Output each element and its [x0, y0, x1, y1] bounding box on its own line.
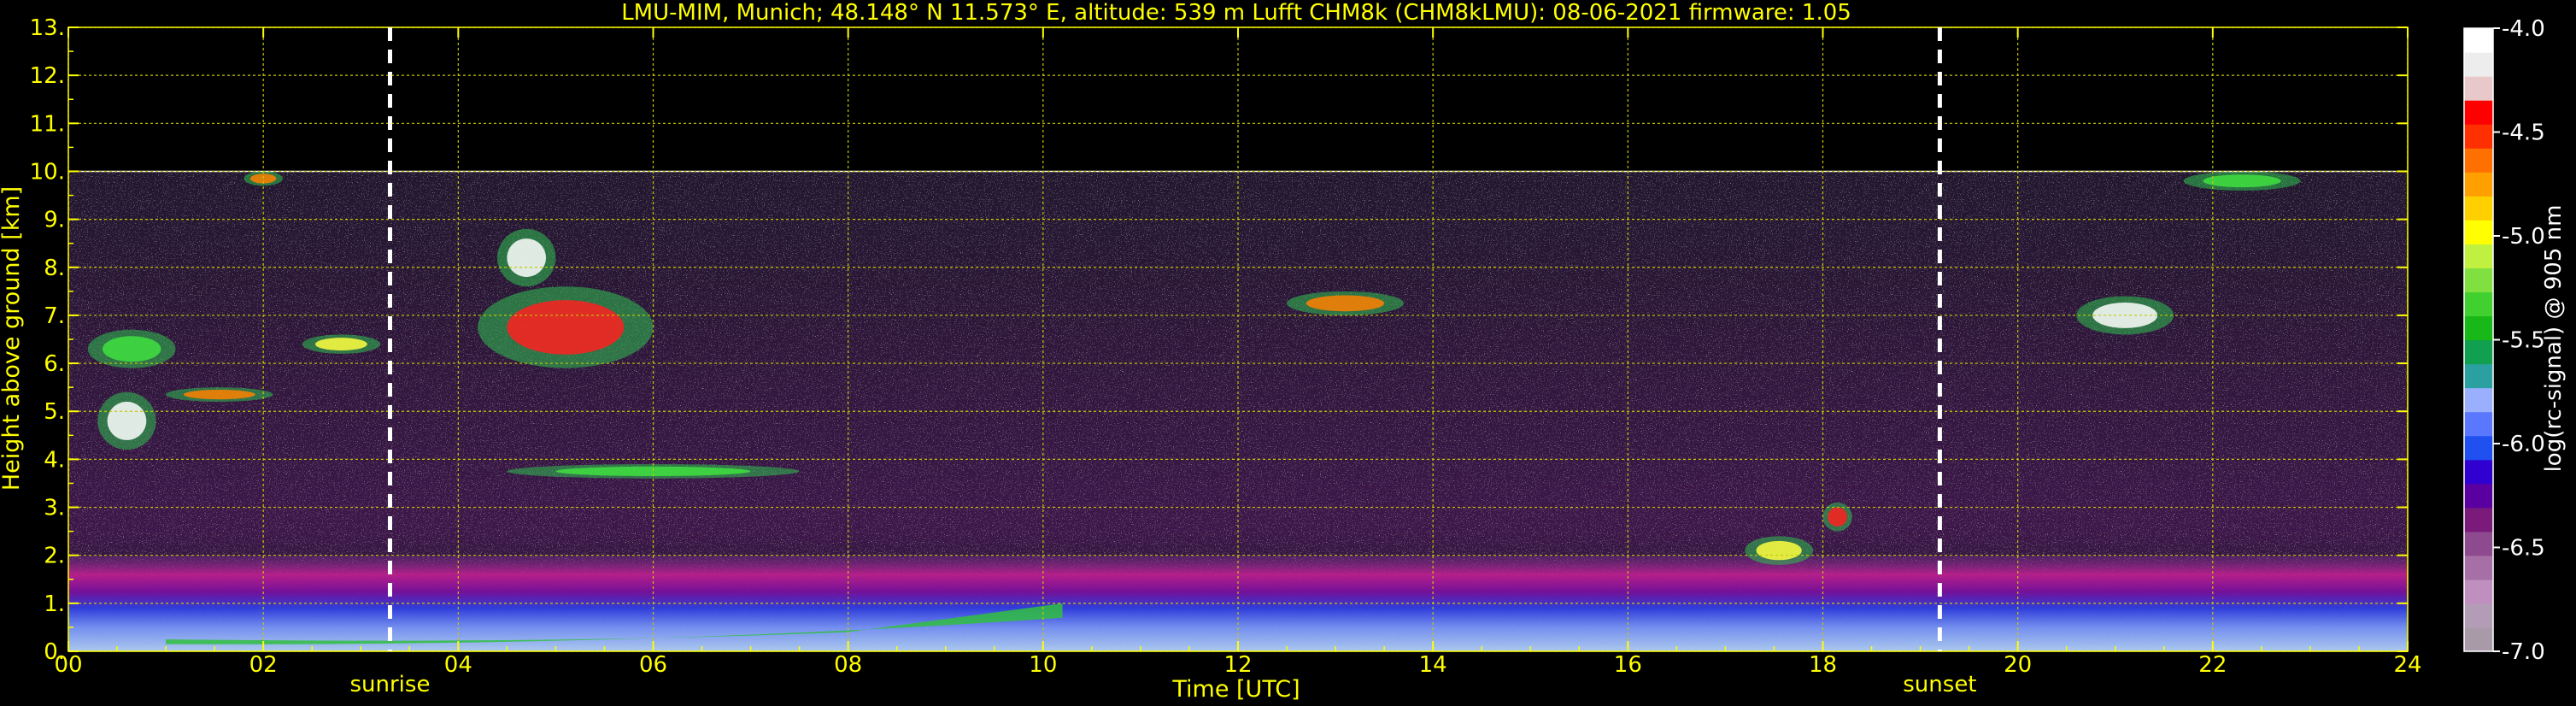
- y-tick-label: 11.: [30, 111, 65, 137]
- cloud-feature: [2183, 171, 2301, 191]
- colorbar-segment: [2464, 76, 2493, 101]
- colorbar-segment: [2464, 627, 2493, 652]
- cloud-feature: [507, 464, 800, 479]
- y-tick-label: 5.: [44, 399, 65, 425]
- cloud-feature: [97, 391, 156, 450]
- colorbar-segment: [2464, 411, 2493, 437]
- colorbar-segment: [2464, 315, 2493, 341]
- y-tick-label: 7.: [44, 303, 65, 329]
- colorbar-segment: [2464, 531, 2493, 556]
- y-axis-label: Height above ground [km]: [0, 186, 25, 491]
- colorbar-segment: [2464, 555, 2493, 580]
- cloud-core: [507, 300, 625, 355]
- y-tick-label: 6.: [44, 351, 65, 377]
- colorbar-segment: [2464, 124, 2493, 149]
- y-tick-label: 3.: [44, 496, 65, 521]
- cloud-core: [315, 338, 367, 351]
- cloud-core: [183, 389, 255, 400]
- colorbar-segment: [2464, 387, 2493, 413]
- annotation-label-sunset: sunset: [1903, 672, 1976, 697]
- colorbar-segment: [2464, 220, 2493, 244]
- x-tick-label: 10: [1029, 652, 1057, 678]
- colorbar-segment: [2464, 28, 2493, 53]
- y-tick-label: 8.: [44, 256, 65, 281]
- cloud-core: [1306, 295, 1385, 312]
- cloud-feature: [1287, 291, 1404, 315]
- colorbar-tick-label: -4.5: [2502, 121, 2545, 146]
- cloud-feature: [478, 286, 654, 368]
- ceilometer-chart: 00 02 04 06 08 10 12 14 16 18 20 22 240.1.2.3.4.5.6.…: [0, 0, 2567, 703]
- colorbar-tick-label: -6.5: [2502, 536, 2545, 562]
- colorbar-segment: [2464, 579, 2493, 604]
- colorbar-tick-label: -5.0: [2502, 224, 2545, 250]
- colorbar-tick-label: -7.0: [2502, 639, 2545, 665]
- x-tick-label: 08: [834, 652, 862, 678]
- x-tick-label: 16: [1614, 652, 1642, 678]
- x-tick-label: 18: [1809, 652, 1837, 678]
- x-tick-label: 06: [639, 652, 667, 678]
- annotation-label-sunrise: sunrise: [349, 672, 430, 697]
- cloud-feature: [166, 387, 273, 403]
- x-tick-label: 14: [1419, 652, 1447, 678]
- colorbar-segment: [2464, 363, 2493, 389]
- colorbar-tick-label: -4.0: [2502, 16, 2545, 42]
- colorbar-segment: [2464, 435, 2493, 461]
- chart-title: LMU-MIM, Munich; 48.148° N 11.573° E, al…: [621, 0, 1851, 26]
- cloud-core: [1756, 540, 1802, 561]
- cloud-core: [102, 336, 161, 362]
- colorbar-segment: [2464, 172, 2493, 197]
- colorbar-segment: [2464, 339, 2493, 365]
- colorbar-segment: [2464, 244, 2493, 268]
- colorbar-segment: [2464, 100, 2493, 125]
- y-tick-label: 12.: [30, 63, 65, 89]
- cloud-feature: [87, 329, 176, 368]
- colorbar-tick-label: -6.0: [2502, 432, 2545, 457]
- colorbar-segment: [2464, 483, 2493, 509]
- cloud-core: [507, 238, 547, 277]
- colorbar-segment: [2464, 52, 2493, 77]
- cloud-core: [107, 402, 147, 440]
- cloud-core: [1828, 507, 1848, 527]
- x-tick-label: 24: [2393, 652, 2421, 678]
- colorbar-segment: [2464, 196, 2493, 221]
- colorbar-segment: [2464, 603, 2493, 628]
- y-tick-label: 9.: [44, 208, 65, 233]
- x-tick-label: 04: [444, 652, 472, 678]
- cloud-feature: [496, 228, 556, 287]
- y-tick-label: 1.: [44, 591, 65, 617]
- x-tick-label: 02: [249, 652, 278, 678]
- cloud-feature: [302, 334, 381, 354]
- x-tick-label: 12: [1223, 652, 1252, 678]
- colorbar-segment: [2464, 459, 2493, 485]
- colorbar-tick-label: -5.5: [2502, 328, 2545, 354]
- y-tick-label: 10.: [30, 159, 65, 185]
- colorbar-segment: [2464, 291, 2493, 317]
- x-tick-label: 22: [2198, 652, 2227, 678]
- cloud-feature: [1745, 536, 1814, 565]
- y-tick-label: 2.: [44, 544, 65, 569]
- x-axis-label: Time [UTC]: [1171, 676, 1300, 703]
- cloud-core: [2203, 174, 2281, 188]
- y-tick-label: 4.: [44, 447, 65, 473]
- colorbar-segment: [2464, 148, 2493, 173]
- colorbar-label: log(rc-signal) @ 905 nm: [2541, 205, 2567, 473]
- plot-area: 00 02 04 06 08 10 12 14 16 18 20 22 240.1.2.3.4.5.6.…: [30, 15, 2545, 697]
- y-tick-label: 13.: [30, 15, 65, 41]
- colorbar-segment: [2464, 268, 2493, 293]
- y-tick-label: 0.: [44, 639, 65, 665]
- x-tick-label: 20: [2004, 652, 2032, 678]
- colorbar-segment: [2464, 507, 2493, 532]
